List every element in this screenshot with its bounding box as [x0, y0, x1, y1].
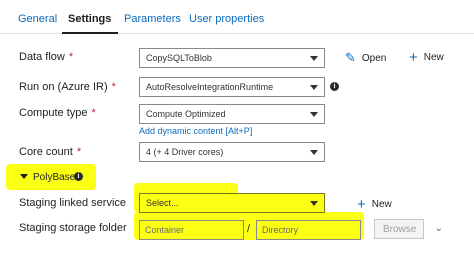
data-flow-select[interactable]: CopySQLToBlob [139, 48, 325, 68]
directory-input[interactable]: Directory [256, 220, 361, 240]
info-icon[interactable]: i [330, 82, 339, 91]
compute-type-label: Compute type * [19, 107, 96, 119]
run-on-select[interactable]: AutoResolveIntegrationRuntime [139, 77, 325, 97]
info-icon[interactable]: i [74, 172, 83, 181]
pencil-icon: ✎ [345, 50, 356, 65]
staging-storage-folder-label: Staging storage folder [19, 222, 127, 234]
chevron-down-icon [310, 85, 318, 90]
data-flow-settings-panel: General Settings Parameters User propert… [0, 0, 474, 269]
container-input[interactable]: Container [139, 220, 244, 240]
core-count-label: Core count * [19, 146, 82, 158]
chevron-down-icon [310, 201, 318, 206]
chevron-down-icon[interactable]: ⌄ [435, 223, 443, 234]
data-flow-label: Data flow * [19, 51, 74, 63]
collapse-triangle-icon [20, 174, 28, 179]
staging-linked-service-select[interactable]: Select... [139, 193, 325, 213]
new-linked-service-button[interactable]: + New [357, 196, 392, 213]
plus-icon: + [357, 196, 366, 213]
plus-icon: + [409, 49, 418, 66]
active-tab-indicator [62, 32, 118, 34]
run-on-label: Run on (Azure IR) * [19, 81, 116, 93]
core-count-select[interactable]: 4 (+ 4 Driver cores) [139, 142, 325, 162]
tab-parameters[interactable]: Parameters [124, 13, 181, 25]
chevron-down-icon [310, 150, 318, 155]
polybase-section-toggle[interactable]: PolyBase [20, 172, 75, 183]
open-data-flow-button[interactable]: ✎ Open [345, 50, 386, 66]
chevron-down-icon [310, 112, 318, 117]
browse-button[interactable]: Browse ⌄ [374, 219, 443, 239]
tab-user-properties[interactable]: User properties [189, 13, 264, 25]
path-separator: / [247, 223, 251, 235]
chevron-down-icon [310, 56, 318, 61]
tab-bar: General Settings Parameters User propert… [0, 0, 474, 34]
tab-general[interactable]: General [18, 13, 57, 25]
staging-linked-service-label: Staging linked service [19, 197, 127, 209]
tab-settings[interactable]: Settings [68, 13, 111, 25]
compute-type-select[interactable]: Compute Optimized [139, 104, 325, 124]
new-data-flow-button[interactable]: + New [409, 49, 444, 66]
add-dynamic-content-link[interactable]: Add dynamic content [Alt+P] [139, 126, 252, 136]
